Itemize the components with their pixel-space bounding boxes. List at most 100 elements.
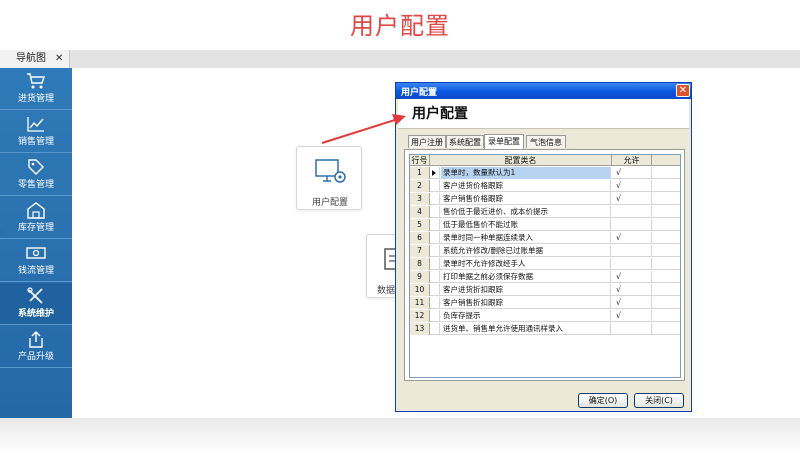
tab-navigation-map[interactable]: 导航图 ✕ [0,50,70,68]
row-number-cell: 9 [410,271,430,283]
config-name-cell: 录单时，数量默认为1 [441,167,611,179]
close-button[interactable]: 关闭(C) [634,393,684,408]
user-config-card[interactable]: 用户配置 [296,146,362,210]
sidebar-item-sales[interactable]: 销售管理 [0,111,72,153]
row-pointer-cell [430,180,440,192]
config-grid: 行号 配置类名 允许 1 录单时，数量默认为1 √ 2 客户进货价格跟踪 √ 3 客户销售价格… [409,154,681,378]
sidebar-item-retail[interactable]: 零售管理 [0,154,72,196]
allow-checkbox-cell[interactable] [612,219,652,231]
config-name-cell: 负库存提示 [441,310,611,322]
config-name-cell: 进货单、销售单允许使用通讯样录入 [441,323,611,335]
allow-checkbox-cell[interactable]: √ [612,232,652,244]
tab-panel-entry-config: 行号 配置类名 允许 1 录单时，数量默认为1 √ 2 客户进货价格跟踪 √ 3 客户销售价格… [404,149,685,381]
table-row[interactable]: 6 录单时同一种单据连续录入 √ [410,232,680,244]
tab-bubble-info[interactable]: 气泡信息 [526,135,566,148]
trend-chart-icon [27,117,44,132]
cart-icon [27,73,45,89]
dialog-header: 用户配置 [398,99,689,129]
table-row[interactable]: 10 客户进货折扣跟踪 √ [410,284,680,296]
row-pointer-cell [430,245,440,257]
header-allow[interactable]: 允许 [612,155,652,166]
row-number-cell: 10 [410,284,430,296]
config-name-cell: 录单时同一种单据连续录入 [441,232,611,244]
allow-checkbox-cell[interactable]: √ [612,297,652,309]
sidebar-item-upgrade[interactable]: 产品升级 [0,326,72,368]
table-row[interactable]: 7 系统允许修改/删除已过账单据 [410,245,680,257]
dialog-heading: 用户配置 [412,106,468,122]
sidebar-item-inventory[interactable]: 库存管理 [0,197,72,239]
table-row[interactable]: 9 打印单据之前必须保存数据 √ [410,271,680,283]
table-row[interactable]: 8 录单时不允许修改经手人 [410,258,680,270]
row-number-cell: 8 [410,258,430,270]
sidebar-item-purchase[interactable]: 进货管理 [0,68,72,110]
close-icon[interactable]: ✕ [676,84,690,97]
sidebar-item-label: 产品升级 [17,352,54,362]
allow-checkbox-cell[interactable]: √ [612,271,652,283]
monitor-gear-icon [315,159,346,183]
sidebar-item-label: 销售管理 [17,137,54,147]
row-pointer-cell [430,258,440,270]
allow-checkbox-cell[interactable]: √ [612,310,652,322]
sidebar-item-label: 系统维护 [17,309,54,319]
warehouse-icon [27,202,45,219]
tools-icon [27,287,43,304]
allow-checkbox-cell[interactable] [612,323,652,335]
user-config-card-label: 用户配置 [311,198,348,208]
allow-checkbox-cell[interactable]: √ [612,180,652,192]
table-row[interactable]: 5 低于最低售价不能过账 [410,219,680,231]
allow-checkbox-cell[interactable] [612,258,652,270]
allow-checkbox-cell[interactable]: √ [612,193,652,205]
row-number-cell: 7 [410,245,430,257]
bottom-shadow [0,418,800,455]
table-row[interactable]: 2 客户进货价格跟踪 √ [410,180,680,192]
tag-icon [28,159,44,175]
table-row[interactable]: 12 负库存提示 √ [410,310,680,322]
allow-checkbox-cell[interactable]: √ [612,284,652,296]
allow-checkbox-cell[interactable] [612,206,652,218]
grid-header: 行号 配置类名 允许 [410,155,680,166]
sidebar-item-cashflow[interactable]: 钱流管理 [0,240,72,282]
row-pointer-cell [430,284,440,296]
header-config-name[interactable]: 配置类名 [430,155,612,166]
config-name-cell: 客户销售折扣跟踪 [441,297,611,309]
row-pointer-cell [430,310,440,322]
row-number-cell: 11 [410,297,430,309]
config-name-cell: 客户销售价格跟踪 [441,193,611,205]
row-number-cell: 12 [410,310,430,322]
row-number-cell: 6 [410,232,430,244]
row-pointer-cell [430,297,440,309]
sidebar-item-label: 进货管理 [17,94,54,104]
config-name-cell: 售价低于最近进价、成本价提示 [441,206,611,218]
row-number-cell: 3 [410,193,430,205]
row-pointer-cell [430,219,440,231]
config-name-cell: 打印单据之前必须保存数据 [441,271,611,283]
row-pointer-icon [432,170,436,176]
table-row[interactable]: 4 售价低于最近进价、成本价提示 [410,206,680,218]
table-row[interactable]: 13 进货单、销售单允许使用通讯样录入 [410,323,680,335]
tab-system-config[interactable]: 系统配置 [446,135,484,148]
table-row[interactable]: 1 录单时，数量默认为1 √ [410,167,680,179]
row-number-cell: 4 [410,206,430,218]
row-pointer-cell [430,167,440,179]
tab-user-registration[interactable]: 用户注册 [408,135,446,148]
app-root: 用户配置 导航图 ✕ 进货管理 销售管理 零售管理 库存管理 钱流管理 系统维护… [0,0,800,455]
tab-navigation-map-label: 导航图 [16,53,46,64]
header-row-number[interactable]: 行号 [410,155,430,166]
row-pointer-cell [430,232,440,244]
dialog-title: 用户配置 [401,88,438,98]
row-number-cell: 2 [410,180,430,192]
allow-checkbox-cell[interactable]: √ [612,167,652,179]
ok-button[interactable]: 确定(O) [578,393,628,408]
sidebar-item-system-maintenance[interactable]: 系统维护 [0,283,72,325]
tab-strip [0,50,800,68]
close-icon[interactable]: ✕ [55,50,63,68]
dialog-titlebar[interactable]: 用户配置 ✕ [396,83,691,99]
config-name-cell: 客户进货价格跟踪 [441,180,611,192]
table-row[interactable]: 11 客户销售折扣跟踪 √ [410,297,680,309]
row-pointer-cell [430,323,440,335]
config-name-cell: 系统允许修改/删除已过账单据 [441,245,611,257]
tab-entry-config[interactable]: 录单配置 [484,134,524,149]
table-row[interactable]: 3 客户销售价格跟踪 √ [410,193,680,205]
allow-checkbox-cell[interactable] [612,245,652,257]
sidebar: 进货管理 销售管理 零售管理 库存管理 钱流管理 系统维护 产品升级 [0,68,72,418]
